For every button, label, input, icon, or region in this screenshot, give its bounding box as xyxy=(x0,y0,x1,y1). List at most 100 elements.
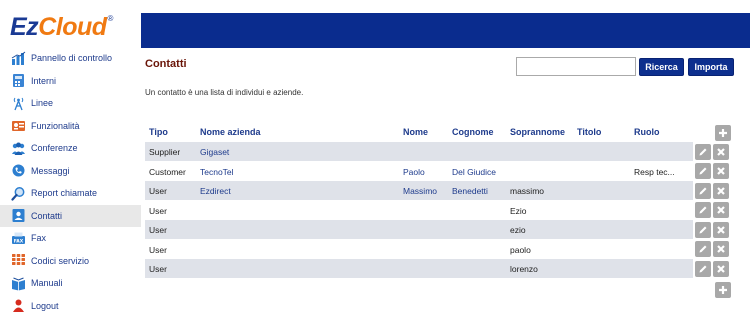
main-content: Contatti Un contatto è una lista di indi… xyxy=(141,48,750,331)
row-action-group xyxy=(695,220,735,240)
cell-nome[interactable]: Massimo xyxy=(403,186,448,196)
table-row[interactable]: User paolo xyxy=(145,239,693,259)
row-action-group xyxy=(695,181,735,201)
close-icon xyxy=(717,225,725,234)
antenna-line-icon xyxy=(11,96,26,111)
table-row[interactable]: Customer TecnoTel Paolo Del Giudice Resp… xyxy=(145,161,693,181)
column-header-tipo[interactable]: Tipo xyxy=(149,127,168,137)
manuals-book-icon xyxy=(11,276,26,291)
delete-button[interactable] xyxy=(713,221,729,238)
table-row[interactable]: User Ezdirect Massimo Benedetti massimo xyxy=(145,181,693,201)
sidebar-item-logout[interactable]: Logout xyxy=(0,295,141,318)
pencil-icon xyxy=(699,265,707,273)
contacts-table: Tipo Nome azienda Nome Cognome Soprannom… xyxy=(145,123,693,279)
cell-soprannome: paolo xyxy=(510,244,531,255)
edit-button[interactable] xyxy=(695,221,711,238)
table-row[interactable]: User Ezio xyxy=(145,200,693,220)
cell-tipo: Customer xyxy=(149,166,186,177)
fax-icon: FAX xyxy=(11,231,26,246)
edit-button[interactable] xyxy=(695,143,711,160)
dashboard-chart-icon xyxy=(11,51,26,66)
table-row[interactable]: Supplier Gigaset xyxy=(145,142,693,162)
add-contact-bottom-button[interactable] xyxy=(715,282,731,298)
sidebar-item-label: Report chiamate xyxy=(31,188,98,199)
sidebar-item-interni[interactable]: Interni xyxy=(0,70,141,93)
column-header-titolo[interactable]: Titolo xyxy=(577,127,632,137)
column-header-cognome[interactable]: Cognome xyxy=(452,127,507,137)
sidebar-item-contatti[interactable]: Contatti xyxy=(0,204,141,227)
logo-registered-mark: ® xyxy=(107,14,114,23)
search-input[interactable] xyxy=(516,57,636,76)
close-icon xyxy=(717,167,725,176)
keypad-icon xyxy=(11,253,26,268)
header-bar xyxy=(141,13,750,48)
sidebar-item-linee[interactable]: Linee xyxy=(0,92,141,115)
sidebar-item-label: Contatti xyxy=(31,210,63,221)
sidebar-item-label: Fax xyxy=(31,233,47,244)
close-icon xyxy=(717,245,725,254)
cell-tipo: Supplier xyxy=(149,147,181,157)
column-header-soprannome[interactable]: Soprannome xyxy=(510,127,575,137)
row-action-group xyxy=(695,259,735,279)
plus-icon xyxy=(719,286,727,294)
sidebar: EzCloud ® Pannello di controllo Interni L… xyxy=(0,0,141,331)
cell-nome[interactable]: Paolo xyxy=(403,167,448,177)
sidebar-item-report-chiamate[interactable]: Report chiamate xyxy=(0,182,141,205)
delete-button[interactable] xyxy=(713,241,729,258)
sidebar-item-messaggi[interactable]: Messaggi xyxy=(0,160,141,183)
delete-button[interactable] xyxy=(713,182,729,199)
column-header-azienda[interactable]: Nome azienda xyxy=(200,127,395,137)
column-header-ruolo[interactable]: Ruolo xyxy=(634,127,689,137)
delete-button[interactable] xyxy=(713,143,729,160)
table-row[interactable]: User ezio xyxy=(145,220,693,240)
sidebar-item-conferenze[interactable]: Conferenze xyxy=(0,137,141,160)
sidebar-item-label: Funzionalità xyxy=(31,120,80,131)
edit-button[interactable] xyxy=(695,182,711,199)
cell-azienda[interactable]: Ezdirect xyxy=(200,186,395,196)
magnifier-report-icon xyxy=(11,186,26,201)
row-actions xyxy=(695,123,735,279)
delete-button[interactable] xyxy=(713,260,729,277)
edit-button[interactable] xyxy=(695,202,711,219)
edit-button[interactable] xyxy=(695,241,711,258)
features-icon xyxy=(11,118,26,133)
logo-text-ez: Ez xyxy=(10,13,39,41)
import-button[interactable]: Importa xyxy=(688,58,734,76)
add-contact-button[interactable] xyxy=(715,124,731,141)
cell-ruolo: Resp tec... xyxy=(634,166,675,177)
sidebar-item-funzionalita[interactable]: Funzionalità xyxy=(0,115,141,138)
ezcloud-logo[interactable]: EzCloud ® xyxy=(10,12,113,42)
table-header-row: Tipo Nome azienda Nome Cognome Soprannom… xyxy=(145,123,693,142)
close-icon xyxy=(717,264,725,273)
sidebar-item-manuali[interactable]: Manuali xyxy=(0,272,141,295)
row-action-group xyxy=(695,162,735,182)
edit-button[interactable] xyxy=(695,163,711,180)
page-title: Contatti xyxy=(145,58,187,70)
cell-tipo: User xyxy=(149,205,167,216)
delete-button[interactable] xyxy=(713,202,729,219)
pencil-icon xyxy=(699,187,707,195)
cell-azienda[interactable]: Gigaset xyxy=(200,147,395,157)
cell-cognome[interactable]: Del Giudice xyxy=(452,167,507,177)
search-button[interactable]: Ricerca xyxy=(639,58,684,76)
sidebar-item-label: Manuali xyxy=(31,278,63,289)
column-header-nome[interactable]: Nome xyxy=(403,127,448,137)
conference-users-icon xyxy=(11,141,26,156)
sidebar-item-pannello[interactable]: Pannello di controllo xyxy=(0,47,141,70)
close-icon xyxy=(717,186,725,195)
cell-soprannome: lorenzo xyxy=(510,264,538,274)
edit-button[interactable] xyxy=(695,260,711,277)
sidebar-item-label: Pannello di controllo xyxy=(31,53,113,64)
pencil-icon xyxy=(699,206,707,214)
cell-azienda[interactable]: TecnoTel xyxy=(200,167,395,177)
cell-soprannome: massimo xyxy=(510,186,545,196)
sidebar-item-codici-servizio[interactable]: Codici servizio xyxy=(0,250,141,273)
delete-button[interactable] xyxy=(713,163,729,180)
sidebar-item-label: Codici servizio xyxy=(31,255,90,266)
cell-tipo: User xyxy=(149,264,167,274)
sidebar-item-fax[interactable]: FAX Fax xyxy=(0,227,141,250)
sidebar-item-label: Conferenze xyxy=(31,143,78,154)
table-row[interactable]: User lorenzo xyxy=(145,259,693,279)
sidebar-item-label: Messaggi xyxy=(31,165,70,176)
cell-cognome[interactable]: Benedetti xyxy=(452,186,507,196)
